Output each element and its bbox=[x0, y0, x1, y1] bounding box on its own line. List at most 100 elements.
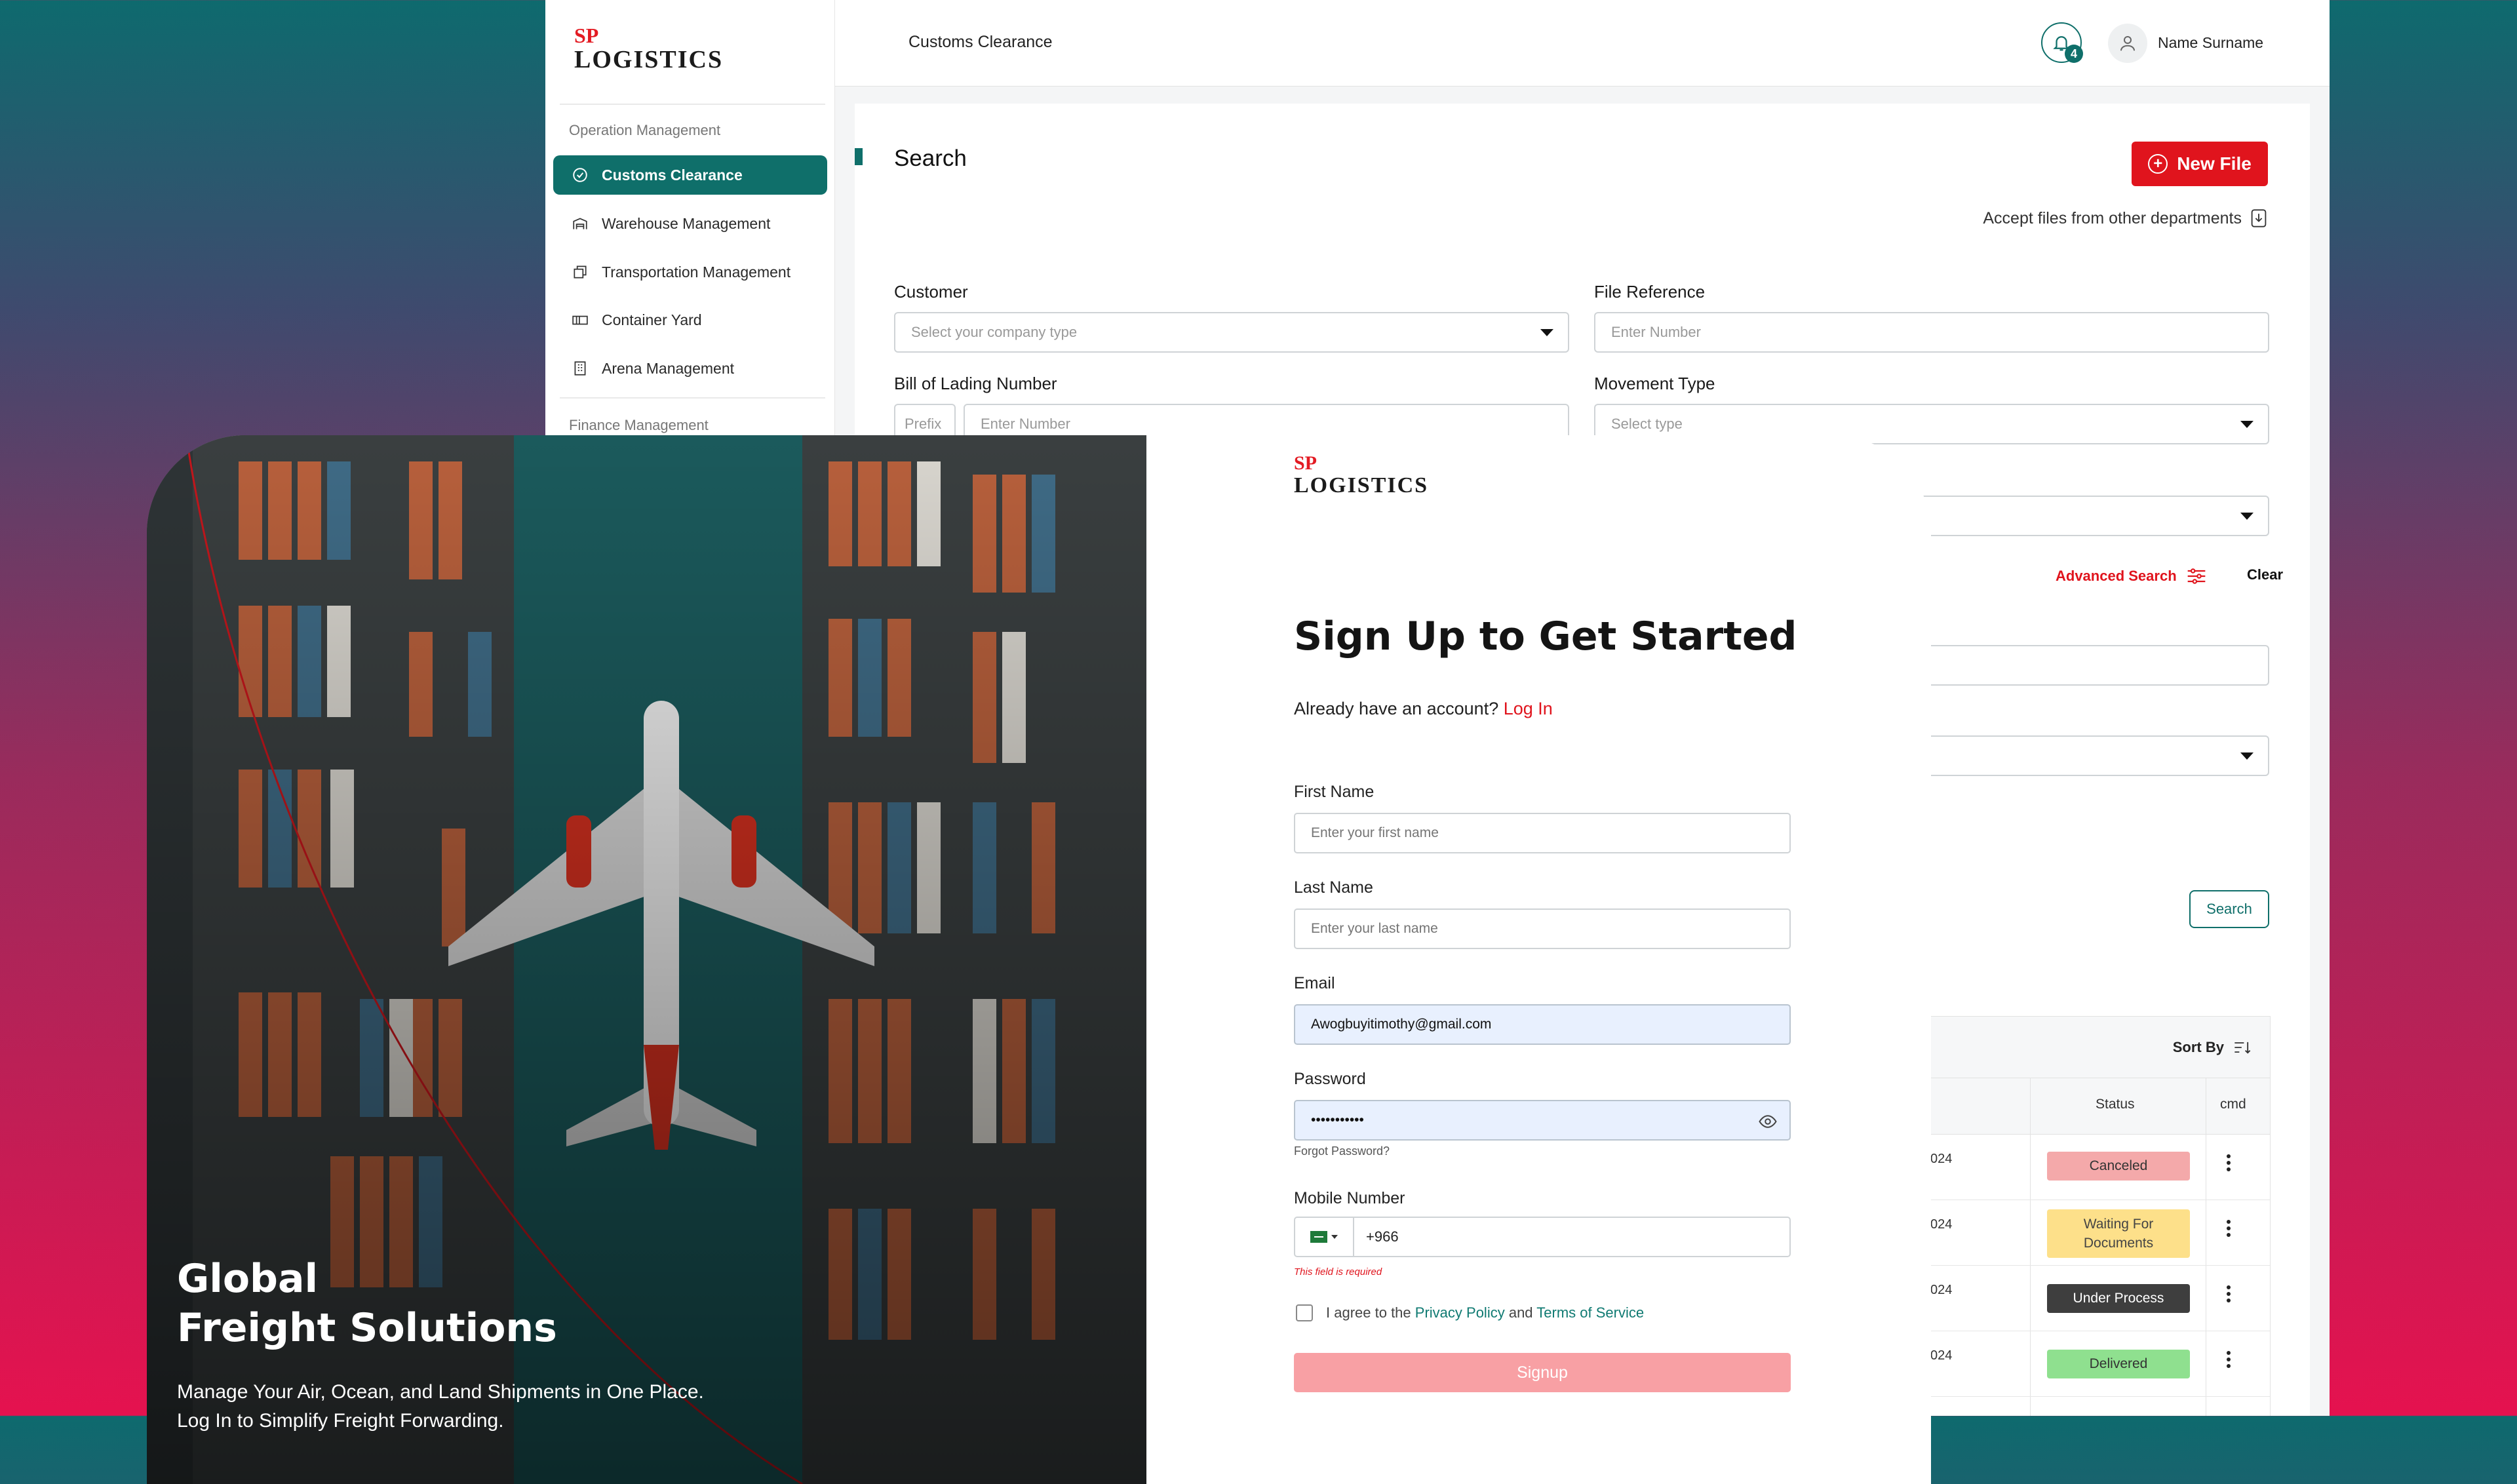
dashboard-logo[interactable]: SP LOGISTICS bbox=[574, 25, 723, 72]
first-name-label: First Name bbox=[1294, 783, 1375, 801]
status-badge: Delivered bbox=[2047, 1350, 2190, 1378]
sidebar-item-label: Customs Clearance bbox=[602, 166, 743, 184]
sidebar-item-transportation[interactable]: Transportation Management bbox=[553, 252, 827, 292]
accept-files-link[interactable]: Accept files from other departments bbox=[1983, 208, 2268, 228]
mobile-label: Mobile Number bbox=[1294, 1189, 1405, 1207]
container-icon bbox=[572, 315, 588, 325]
mobile-field[interactable]: +966 bbox=[1294, 1217, 1791, 1257]
status-badge: Under Process bbox=[2047, 1284, 2190, 1313]
table-row[interactable]: 024 Canceled bbox=[1917, 1135, 2270, 1200]
file-reference-label: File Reference bbox=[1594, 282, 1706, 302]
bol-number-placeholder: Enter Number bbox=[981, 416, 1070, 432]
notification-button[interactable]: 4 bbox=[2041, 22, 2083, 63]
user-icon bbox=[2120, 36, 2135, 51]
last-name-input[interactable] bbox=[1294, 908, 1791, 949]
clear-button[interactable]: Clear bbox=[2247, 566, 2283, 583]
copy-icon bbox=[574, 265, 587, 279]
sidebar-item-label: Transportation Management bbox=[602, 263, 791, 281]
check-circle-icon bbox=[573, 168, 587, 182]
status-badge: Canceled bbox=[2047, 1152, 2190, 1181]
row-menu-icon[interactable] bbox=[2225, 1283, 2232, 1305]
chevron-down-icon bbox=[1331, 1235, 1338, 1239]
hero-title: Global Freight Solutions bbox=[177, 1255, 557, 1353]
hero-title-line1: Global bbox=[177, 1256, 319, 1302]
sidebar-divider bbox=[560, 397, 825, 399]
email-label: Email bbox=[1294, 974, 1335, 992]
agree-prefix: I agree to the bbox=[1326, 1304, 1411, 1321]
new-file-label: New File bbox=[2177, 153, 2252, 174]
email-value: Awogbuyitimothy@gmail.com bbox=[1311, 1017, 1492, 1032]
status-badge: Waiting For Documents bbox=[2047, 1209, 2190, 1258]
password-value: ••••••••••• bbox=[1311, 1112, 1364, 1127]
notification-badge: 4 bbox=[2065, 45, 2083, 63]
logo-sp: SP bbox=[574, 24, 599, 47]
download-icon bbox=[2251, 209, 2267, 227]
customer-select[interactable]: Select your company type bbox=[894, 312, 1569, 353]
avatar[interactable] bbox=[2108, 24, 2147, 63]
email-field[interactable]: Awogbuyitimothy@gmail.com bbox=[1294, 1004, 1791, 1045]
last-name-label: Last Name bbox=[1294, 878, 1373, 897]
privacy-policy-link[interactable]: Privacy Policy bbox=[1415, 1304, 1505, 1321]
hero-title-line2: Freight Solutions bbox=[177, 1305, 557, 1351]
file-reference-input[interactable]: Enter Number bbox=[1594, 312, 2269, 353]
forgot-password-link[interactable]: Forgot Password? bbox=[1294, 1144, 1390, 1158]
signup-form: SP LOGISTICS Sign Up to Get Started Alre… bbox=[1146, 435, 1931, 1484]
terms-agreement: I agree to the Privacy Policy and Terms … bbox=[1296, 1304, 1644, 1321]
table-row[interactable]: 024 Waiting For Documents bbox=[1917, 1200, 2270, 1266]
have-account-text: Already have an account? Log In bbox=[1294, 699, 1553, 719]
accept-files-label: Accept files from other departments bbox=[1983, 208, 2242, 227]
bol-label: Bill of Lading Number bbox=[894, 374, 1057, 393]
advanced-search-link[interactable]: Advanced Search bbox=[2056, 566, 2207, 586]
table-row[interactable]: 024 Delivered bbox=[1917, 1331, 2270, 1397]
sort-by-label: Sort By bbox=[2172, 1039, 2224, 1055]
logo-logistics: LOGISTICS bbox=[1294, 473, 1429, 498]
hero-subtitle-line2: Log In to Simplify Freight Forwarding. bbox=[177, 1409, 504, 1432]
chevron-down-icon bbox=[2240, 421, 2254, 428]
file-reference-placeholder: Enter Number bbox=[1611, 324, 1701, 340]
login-link[interactable]: Log In bbox=[1504, 699, 1553, 718]
row-menu-icon[interactable] bbox=[2225, 1217, 2232, 1240]
movement-type-label: Movement Type bbox=[1594, 374, 1715, 393]
error-message: This field is required bbox=[1294, 1266, 1382, 1278]
terms-of-service-link[interactable]: Terms of Service bbox=[1536, 1304, 1644, 1321]
agree-and: and bbox=[1508, 1304, 1533, 1321]
user-name[interactable]: Name Surname bbox=[2158, 34, 2263, 52]
signup-logo: SP LOGISTICS bbox=[1294, 454, 1428, 497]
search-button[interactable]: Search bbox=[2189, 890, 2269, 928]
first-name-input[interactable] bbox=[1294, 813, 1791, 853]
sidebar-item-arena[interactable]: Arena Management bbox=[553, 349, 827, 388]
sidebar-item-warehouse[interactable]: Warehouse Management bbox=[553, 204, 827, 243]
signup-button[interactable]: Signup bbox=[1294, 1353, 1791, 1392]
sort-icon bbox=[2234, 1042, 2251, 1054]
advanced-search-label: Advanced Search bbox=[2056, 568, 2177, 584]
hero-subtitle-line1: Manage Your Air, Ocean, and Land Shipmen… bbox=[177, 1381, 704, 1403]
logo-sp: SP bbox=[1294, 452, 1317, 474]
title-accent bbox=[855, 148, 863, 165]
row-date: 024 bbox=[1930, 1283, 1953, 1297]
results-table: Sort By e Status cmd 024 Canceled 024 Wa… bbox=[1917, 1016, 2271, 1416]
country-select[interactable] bbox=[1295, 1218, 1354, 1256]
new-file-button[interactable]: + New File bbox=[2132, 142, 2268, 186]
dial-code: +966 bbox=[1366, 1228, 1399, 1245]
page-title: Sign Up to Get Started bbox=[1294, 614, 1797, 659]
sidebar-divider bbox=[560, 104, 825, 105]
logo-logistics: LOGISTICS bbox=[574, 46, 724, 73]
have-account-label: Already have an account? bbox=[1294, 699, 1499, 718]
plus-circle-icon: + bbox=[2148, 154, 2168, 174]
sort-by-button[interactable]: Sort By bbox=[2173, 1039, 2252, 1056]
column-header-cmd: cmd bbox=[2220, 1097, 2246, 1112]
agree-checkbox[interactable] bbox=[1296, 1304, 1313, 1321]
password-label: Password bbox=[1294, 1070, 1366, 1088]
password-field[interactable]: ••••••••••• bbox=[1294, 1100, 1791, 1141]
sidebar-item-container-yard[interactable]: Container Yard bbox=[553, 300, 827, 340]
row-menu-icon[interactable] bbox=[2225, 1348, 2232, 1371]
row-menu-icon[interactable] bbox=[2225, 1152, 2232, 1174]
table-row[interactable]: 024 Under Process bbox=[1917, 1266, 2270, 1331]
signup-window: Global Freight Solutions Manage Your Air… bbox=[147, 435, 1931, 1484]
hero-subtitle: Manage Your Air, Ocean, and Land Shipmen… bbox=[177, 1378, 704, 1435]
sidebar-item-label: Warehouse Management bbox=[602, 214, 771, 232]
eye-icon[interactable] bbox=[1758, 1112, 1778, 1131]
sidebar-item-customs-clearance[interactable]: Customs Clearance bbox=[553, 155, 827, 195]
saudi-flag-icon bbox=[1310, 1231, 1327, 1243]
sidebar-section-operation: Operation Management bbox=[569, 122, 721, 138]
